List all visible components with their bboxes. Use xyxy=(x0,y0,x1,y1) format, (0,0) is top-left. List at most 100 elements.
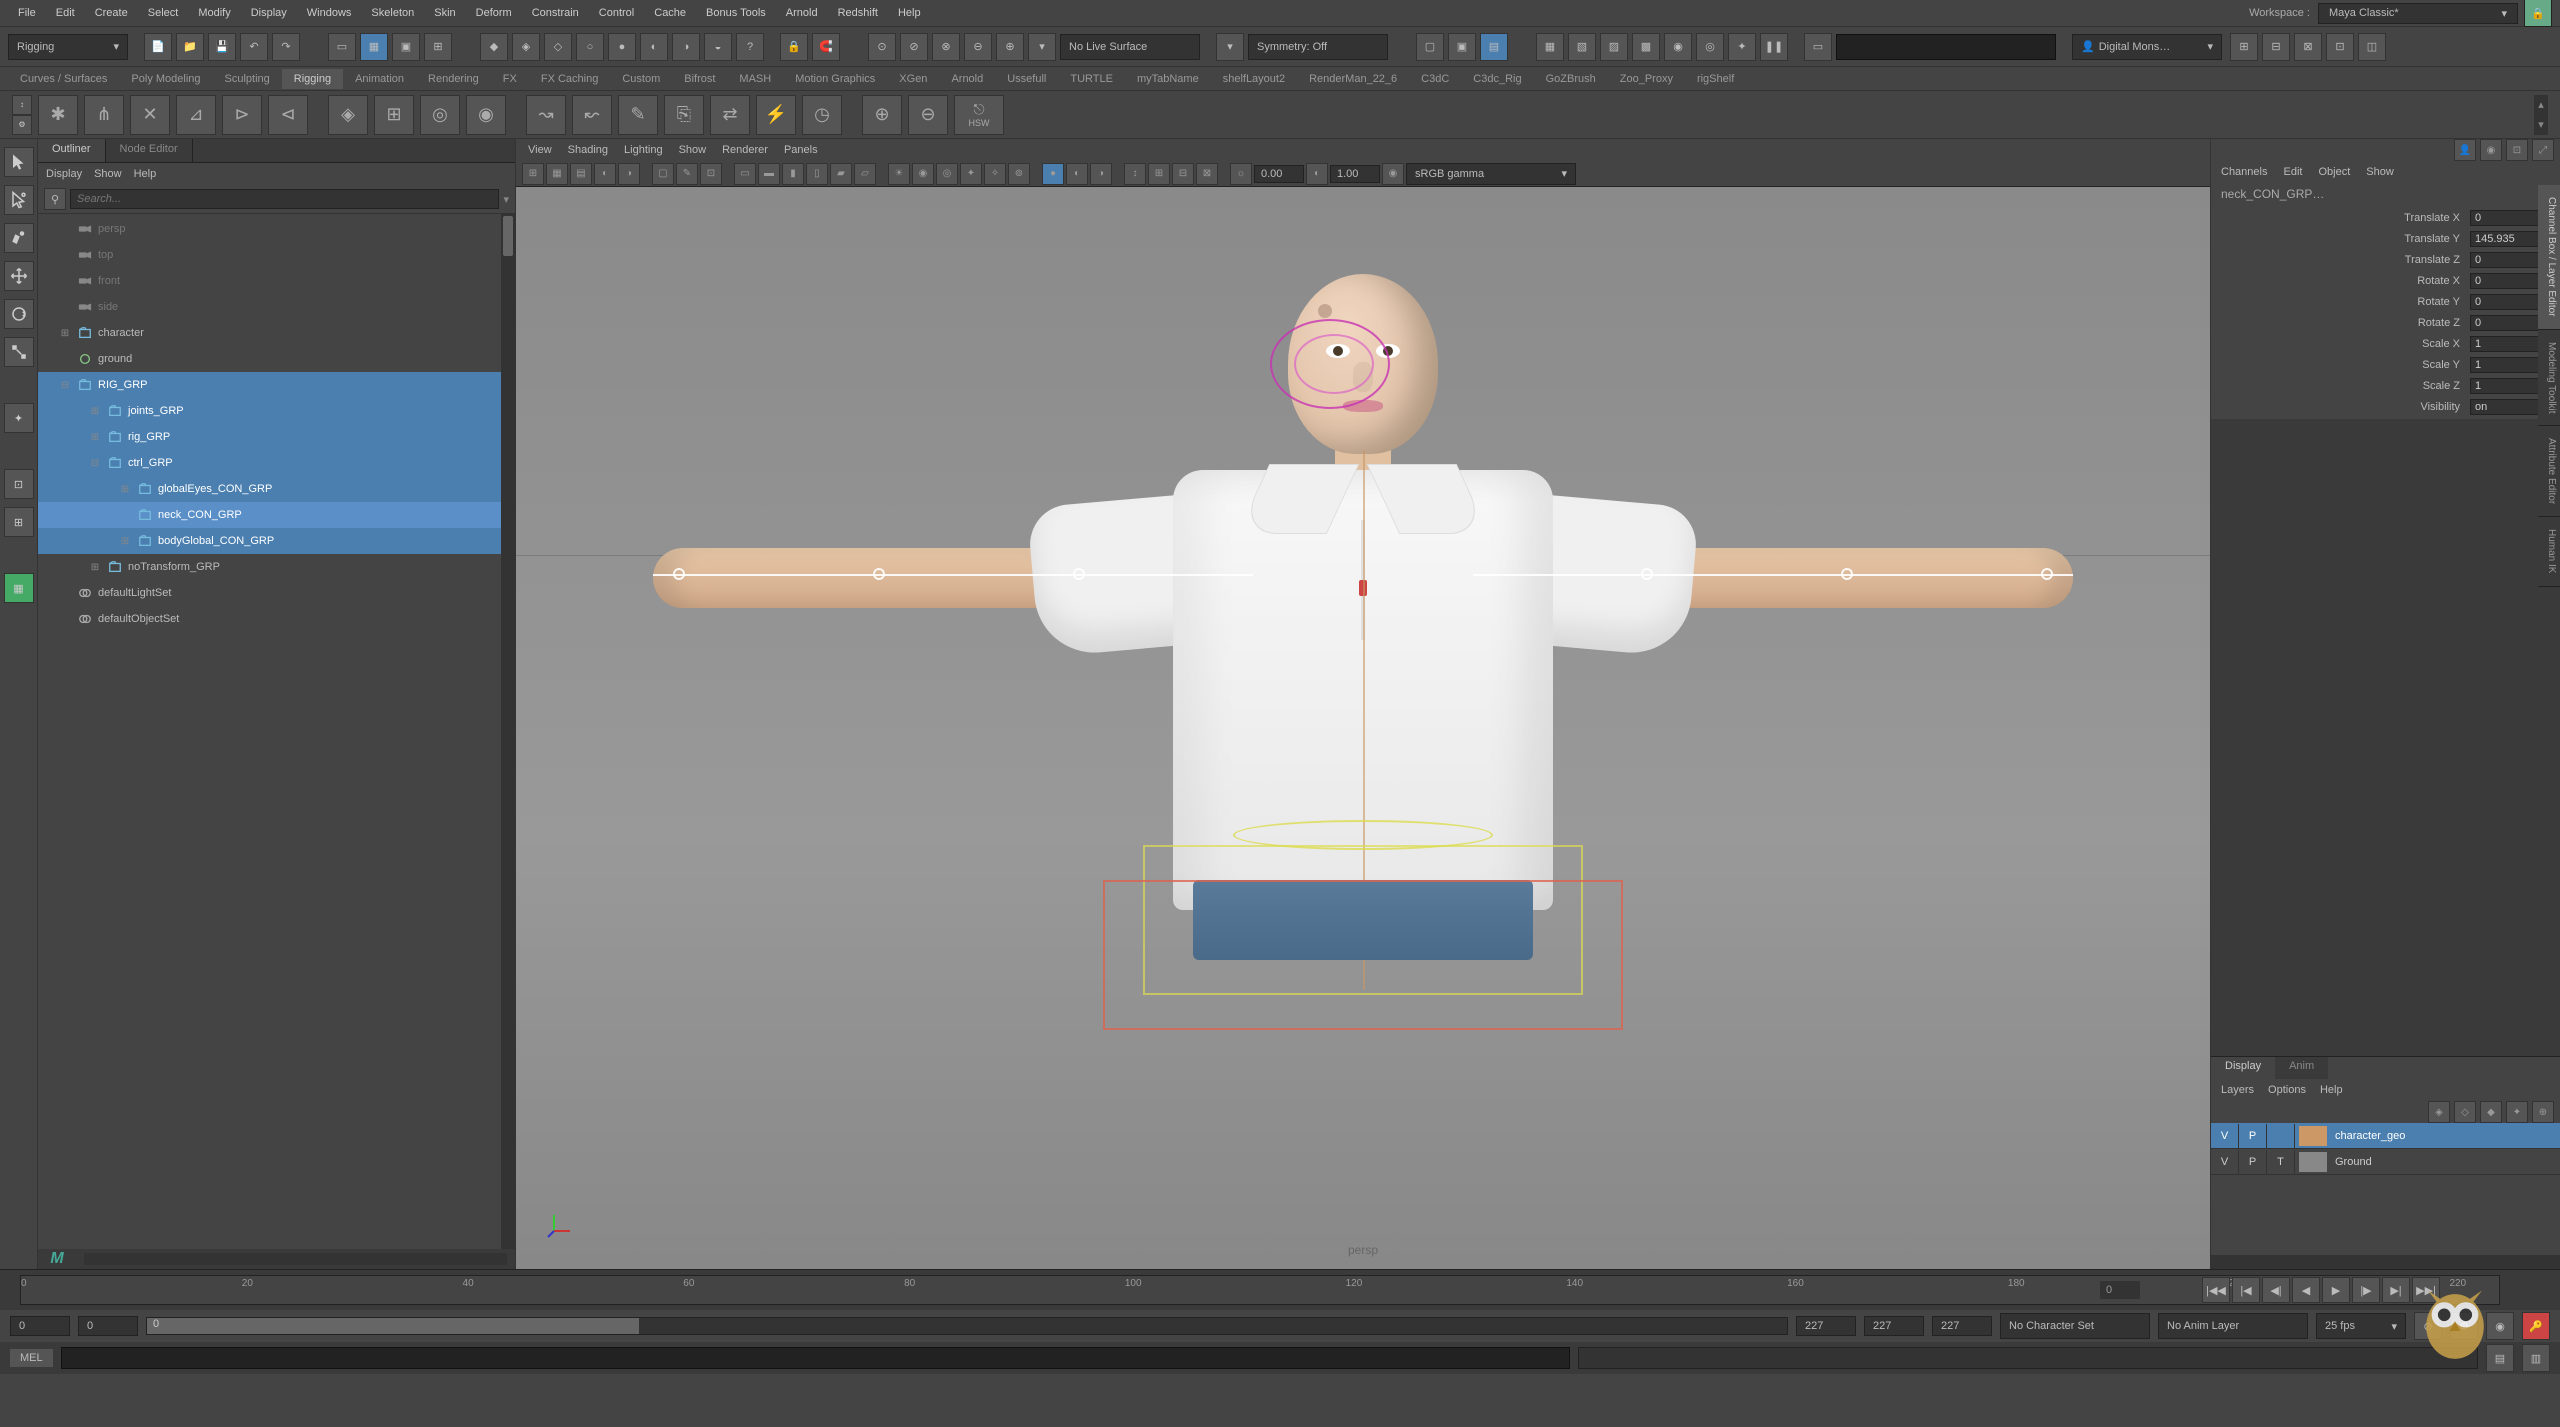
current-time-field[interactable]: 0 xyxy=(2100,1281,2140,1299)
vp-colorspace-icon[interactable]: ◉ xyxy=(1382,163,1404,185)
vp-icon[interactable]: ↕ xyxy=(1124,163,1146,185)
vp-icon[interactable]: ⊡ xyxy=(700,163,722,185)
shelf-tab-c3dc[interactable]: C3dC xyxy=(1409,69,1461,89)
shelf-hammer[interactable]: ⚡ xyxy=(756,95,796,135)
mask-button-1[interactable]: ◆ xyxy=(480,33,508,61)
paint-select-tool[interactable] xyxy=(4,223,34,253)
shelf-tab-shelflayout2[interactable]: shelfLayout2 xyxy=(1211,69,1297,89)
goto-start-button[interactable]: |◀◀ xyxy=(2202,1277,2230,1303)
menu-select[interactable]: Select xyxy=(138,3,189,23)
cb-show-menu[interactable]: Show xyxy=(2366,166,2394,178)
select-component-button[interactable]: ⊞ xyxy=(424,33,452,61)
cg-button-2[interactable]: ▣ xyxy=(1448,33,1476,61)
play-forward-button[interactable]: ▶ xyxy=(2322,1277,2350,1303)
layer-icon-1[interactable]: ◈ xyxy=(2428,1101,2450,1123)
menu-create[interactable]: Create xyxy=(85,3,138,23)
vp-icon[interactable]: ⊞ xyxy=(1148,163,1170,185)
snap-curve-button[interactable]: ⊘ xyxy=(900,33,928,61)
menu-display[interactable]: Display xyxy=(241,3,297,23)
menu-arnold[interactable]: Arnold xyxy=(776,3,828,23)
vtab-attribute[interactable]: Attribute Editor xyxy=(2538,426,2560,517)
shelf-joint-tool[interactable]: ✱ xyxy=(38,95,78,135)
vp-icon[interactable]: ▢ xyxy=(652,163,674,185)
shelf-tab-mash[interactable]: MASH xyxy=(727,69,783,89)
shelf-bake[interactable]: ◷ xyxy=(802,95,842,135)
vp-icon[interactable]: ▮ xyxy=(782,163,804,185)
outliner-item-character[interactable]: ⊞character xyxy=(38,320,515,346)
shelf-tab-curves[interactable]: Curves / Surfaces xyxy=(8,69,119,89)
shelf-blend[interactable]: ◉ xyxy=(466,95,506,135)
shelf-tab-fx[interactable]: FX xyxy=(491,69,529,89)
outliner-item-defaultLightSet[interactable]: defaultLightSet xyxy=(38,580,515,606)
layer-vis-cell[interactable]: V xyxy=(2211,1150,2239,1174)
vp-icon[interactable]: ◎ xyxy=(936,163,958,185)
layer-color-swatch[interactable] xyxy=(2299,1126,2327,1146)
shelf-hsw[interactable]: ⎋ HSW xyxy=(954,95,1004,135)
shelf-wrap[interactable]: ◎ xyxy=(420,95,460,135)
vp-icon[interactable]: ▭ xyxy=(734,163,756,185)
menu-bonustools[interactable]: Bonus Tools xyxy=(696,3,776,23)
layer-help-menu[interactable]: Help xyxy=(2320,1084,2343,1096)
shelf-up-button[interactable]: ↕ xyxy=(12,95,32,115)
vp-icon[interactable]: ⊟ xyxy=(1172,163,1194,185)
render-button-1[interactable]: ▦ xyxy=(1536,33,1564,61)
outliner-item-globalEyes_CON_GRP[interactable]: ⊞globalEyes_CON_GRP xyxy=(38,476,515,502)
shelf-mirrorweights[interactable]: ⇄ xyxy=(710,95,750,135)
shelf-tab-turtle[interactable]: TURTLE xyxy=(1058,69,1125,89)
menu-file[interactable]: File xyxy=(8,3,46,23)
expand-toggle[interactable]: ⊞ xyxy=(88,406,102,417)
cb-edit-menu[interactable]: Edit xyxy=(2283,166,2302,178)
vp-icon[interactable]: ▤ xyxy=(570,163,592,185)
cmd-lang-button[interactable]: MEL xyxy=(10,1349,53,1367)
outliner-display-menu[interactable]: Display xyxy=(46,168,82,180)
save-scene-button[interactable]: 💾 xyxy=(208,33,236,61)
render-pause-button[interactable]: ❚❚ xyxy=(1760,33,1788,61)
vp-exposure-field[interactable]: 0.00 xyxy=(1254,165,1304,183)
shelf-tab-rigshelf[interactable]: rigShelf xyxy=(1685,69,1746,89)
shelf-tab-zooproxy[interactable]: Zoo_Proxy xyxy=(1608,69,1685,89)
vp-icon[interactable]: ✦ xyxy=(960,163,982,185)
snap-more-button[interactable]: ▾ xyxy=(1028,33,1056,61)
render-view-button[interactable]: ▭ xyxy=(1804,33,1832,61)
scrollbar-thumb[interactable] xyxy=(503,216,513,256)
vtab-humanik[interactable]: Human IK xyxy=(2538,517,2560,586)
render-button-2[interactable]: ▧ xyxy=(1568,33,1596,61)
cb-icon-1[interactable]: 👤 xyxy=(2454,139,2476,161)
prefs-button-1[interactable]: ⚙ xyxy=(2450,1312,2478,1340)
layer-tab-display[interactable]: Display xyxy=(2211,1057,2275,1079)
outliner-item-neck_CON_GRP[interactable]: neck_CON_GRP xyxy=(38,502,515,528)
vp-icon[interactable]: ✧ xyxy=(984,163,1006,185)
outliner-search-input[interactable] xyxy=(70,189,499,209)
panel-toggle-4[interactable]: ⊡ xyxy=(2326,33,2354,61)
shelf-ikhandle[interactable]: ⊲ xyxy=(268,95,308,135)
vp-icon[interactable]: ▬ xyxy=(758,163,780,185)
outliner-item-side[interactable]: side xyxy=(38,294,515,320)
shelf-mirror-joint[interactable]: ⊿ xyxy=(176,95,216,135)
pane-layout-button[interactable]: ▦ xyxy=(4,573,34,603)
autokey-toggle[interactable]: 🔑 xyxy=(2522,1312,2550,1340)
vp-icon[interactable]: ◐ xyxy=(594,163,616,185)
vp-icon[interactable]: ◉ xyxy=(912,163,934,185)
layer-t-cell[interactable] xyxy=(2267,1124,2295,1148)
vp-icon[interactable]: ◑ xyxy=(618,163,640,185)
expand-toggle[interactable]: ⊞ xyxy=(118,484,132,495)
step-forward-key-button[interactable]: ▶| xyxy=(2382,1277,2410,1303)
outliner-tab[interactable]: Outliner xyxy=(38,139,106,162)
layer-row-character_geo[interactable]: VPcharacter_geo xyxy=(2211,1123,2560,1149)
mask-button-2[interactable]: ◈ xyxy=(512,33,540,61)
outliner-item-defaultObjectSet[interactable]: defaultObjectSet xyxy=(38,606,515,632)
select-mode-button[interactable]: ▭ xyxy=(328,33,356,61)
expand-toggle[interactable]: ⊞ xyxy=(88,562,102,573)
layer-icon-2[interactable]: ◇ xyxy=(2454,1101,2476,1123)
workspace-select[interactable]: Maya Classic*▾ xyxy=(2318,3,2518,24)
snap-magnet-button[interactable]: 🧲 xyxy=(812,33,840,61)
mask-button-8[interactable]: ◒ xyxy=(704,33,732,61)
workspace-lock-button[interactable]: 🔒 xyxy=(2524,0,2552,27)
lasso-tool[interactable] xyxy=(4,185,34,215)
range-end-2[interactable]: 227 xyxy=(1864,1316,1924,1336)
vtab-channelbox[interactable]: Channel Box / Layer Editor xyxy=(2538,185,2560,330)
mask-button-4[interactable]: ○ xyxy=(576,33,604,61)
shelf-paintweights[interactable]: ✎ xyxy=(618,95,658,135)
vp-icon[interactable]: ⊞ xyxy=(522,163,544,185)
shelf-tab-motion[interactable]: Motion Graphics xyxy=(783,69,887,89)
